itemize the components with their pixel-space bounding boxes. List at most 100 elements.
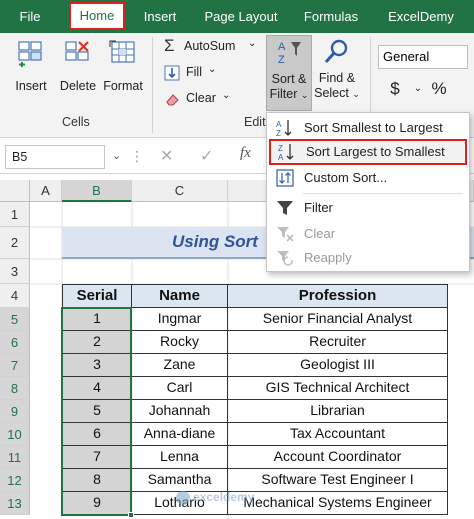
- serial-cell[interactable]: 6: [62, 423, 132, 446]
- fill-handle[interactable]: [128, 512, 134, 518]
- serial-cell[interactable]: 8: [62, 469, 132, 492]
- profession-cell[interactable]: Software Test Engineer I: [228, 469, 448, 492]
- profession-cell[interactable]: Geologist III: [228, 354, 448, 377]
- cancel-icon[interactable]: ✕: [160, 146, 173, 166]
- row-header-1[interactable]: 1: [0, 202, 30, 227]
- sort-filter-button[interactable]: A Z Sort & Filter ⌄: [266, 35, 312, 111]
- tab-insert[interactable]: Insert: [136, 0, 184, 33]
- fill-down-icon: [164, 65, 180, 81]
- format-cells-button[interactable]: Format: [100, 39, 146, 101]
- profession-cell[interactable]: Recruiter: [228, 331, 448, 354]
- tab-file[interactable]: File: [6, 0, 54, 33]
- menu-custom-sort[interactable]: Custom Sort...: [267, 165, 469, 191]
- row-header-12[interactable]: 12: [0, 469, 30, 492]
- svg-text:Z: Z: [278, 54, 285, 66]
- sigma-icon: Σ: [164, 36, 175, 55]
- serial-cell[interactable]: 4: [62, 377, 132, 400]
- row-header-6[interactable]: 6: [0, 331, 30, 354]
- serial-cell[interactable]: 1: [62, 308, 132, 331]
- delete-cells-icon: [65, 41, 89, 61]
- tab-page-layout[interactable]: Page Layout: [198, 0, 284, 33]
- row-header-13[interactable]: 13: [0, 492, 30, 515]
- column-header-c[interactable]: C: [132, 180, 228, 202]
- name-cell[interactable]: Samantha: [132, 469, 228, 492]
- svg-text:A: A: [278, 153, 284, 162]
- name-cell[interactable]: Rocky: [132, 331, 228, 354]
- row-header-3[interactable]: 3: [0, 259, 30, 284]
- svg-text:A: A: [276, 120, 282, 129]
- menu-sort-ascending[interactable]: A Z Sort Smallest to Largest: [267, 115, 469, 141]
- row-header-9[interactable]: 9: [0, 400, 30, 423]
- chevron-down-icon[interactable]: ⌄: [112, 149, 121, 162]
- sort-filter-menu: A Z Sort Smallest to Largest Z A Sort La…: [266, 112, 470, 272]
- sort-filter-label-1: Sort &: [271, 72, 307, 86]
- menu-clear-filter[interactable]: Clear: [267, 221, 469, 247]
- ribbon-tab-bar: File Home Insert Page Layout Formulas Ex…: [0, 0, 474, 33]
- menu-reapply[interactable]: Reapply: [267, 245, 469, 271]
- table-row: 2 Rocky Recruiter: [62, 331, 448, 354]
- profession-cell[interactable]: Account Coordinator: [228, 446, 448, 469]
- sort-filter-icon: A Z: [278, 41, 301, 66]
- name-box[interactable]: B5: [5, 145, 105, 169]
- insert-function-icon[interactable]: fx: [240, 145, 251, 162]
- chevron-down-icon[interactable]: ⌄: [248, 38, 256, 49]
- row-header-4[interactable]: 4: [0, 284, 30, 308]
- name-cell[interactable]: Carl: [132, 377, 228, 400]
- percent-format-button[interactable]: %: [424, 79, 454, 103]
- menu-item-label: Custom Sort...: [304, 170, 388, 185]
- menu-item-label: Filter: [304, 200, 333, 215]
- row-header-8[interactable]: 8: [0, 377, 30, 400]
- format-cells-icon: [109, 40, 135, 63]
- table-row: 9LotharioMechanical Systems Engineer: [62, 492, 448, 515]
- row-header-5[interactable]: 5: [0, 308, 30, 331]
- profession-cell[interactable]: Librarian: [228, 400, 448, 423]
- currency-format-button[interactable]: $: [380, 79, 410, 103]
- name-cell[interactable]: Lenna: [132, 446, 228, 469]
- header-serial[interactable]: Serial: [62, 284, 132, 308]
- tab-formulas[interactable]: Formulas: [296, 0, 366, 33]
- serial-cell[interactable]: 5: [62, 400, 132, 423]
- row-header-7[interactable]: 7: [0, 354, 30, 377]
- number-format-dropdown[interactable]: General: [378, 45, 468, 69]
- profession-cell[interactable]: Senior Financial Analyst: [228, 308, 448, 331]
- name-cell[interactable]: Anna-diane: [132, 423, 228, 446]
- profession-cell[interactable]: Tax Accountant: [228, 423, 448, 446]
- select-all-corner[interactable]: [0, 180, 30, 202]
- row-header-10[interactable]: 10: [0, 423, 30, 446]
- column-header-b[interactable]: B: [62, 180, 132, 202]
- enter-icon[interactable]: ✓: [200, 146, 213, 166]
- autosum-label: AutoSum: [184, 39, 236, 53]
- clear-button[interactable]: Clear ⌄: [160, 90, 240, 110]
- serial-cell[interactable]: 2: [62, 331, 132, 354]
- name-cell[interactable]: Zane: [132, 354, 228, 377]
- name-cell[interactable]: Ingmar: [132, 308, 228, 331]
- svg-text:A: A: [278, 41, 286, 53]
- column-header-a[interactable]: A: [30, 180, 62, 202]
- serial-cell[interactable]: 7: [62, 446, 132, 469]
- serial-cell[interactable]: 3: [62, 354, 132, 377]
- percent-icon: %: [431, 79, 447, 98]
- menu-sort-descending[interactable]: Z A Sort Largest to Smallest: [269, 139, 467, 165]
- autosum-button[interactable]: Σ AutoSum ⌄: [160, 36, 260, 58]
- find-select-button[interactable]: Find & Select ⌄: [312, 35, 362, 111]
- menu-filter[interactable]: Filter: [267, 195, 469, 221]
- header-profession[interactable]: Profession: [228, 284, 448, 308]
- chevron-down-icon[interactable]: ⌄: [222, 90, 230, 101]
- fill-button[interactable]: Fill ⌄: [160, 64, 240, 84]
- chevron-down-icon[interactable]: ⌄: [412, 83, 424, 99]
- insert-cells-button[interactable]: Insert: [8, 39, 54, 101]
- delete-cells-button[interactable]: Delete: [56, 39, 100, 101]
- row-header-2[interactable]: 2: [0, 227, 30, 259]
- profession-cell[interactable]: Mechanical Systems Engineer: [228, 492, 448, 515]
- header-name[interactable]: Name: [132, 284, 228, 308]
- clear-label: Clear: [186, 91, 216, 105]
- name-cell[interactable]: Johannah: [132, 400, 228, 423]
- chevron-down-icon[interactable]: ⌄: [208, 64, 216, 75]
- profession-cell[interactable]: GIS Technical Architect: [228, 377, 448, 400]
- tab-exceldemy[interactable]: ExcelDemy: [378, 0, 464, 33]
- tab-home[interactable]: Home: [69, 2, 125, 30]
- currency-icon: $: [390, 79, 400, 98]
- number-format-value: General: [383, 49, 430, 64]
- serial-cell[interactable]: 9: [62, 492, 132, 515]
- row-header-11[interactable]: 11: [0, 446, 30, 469]
